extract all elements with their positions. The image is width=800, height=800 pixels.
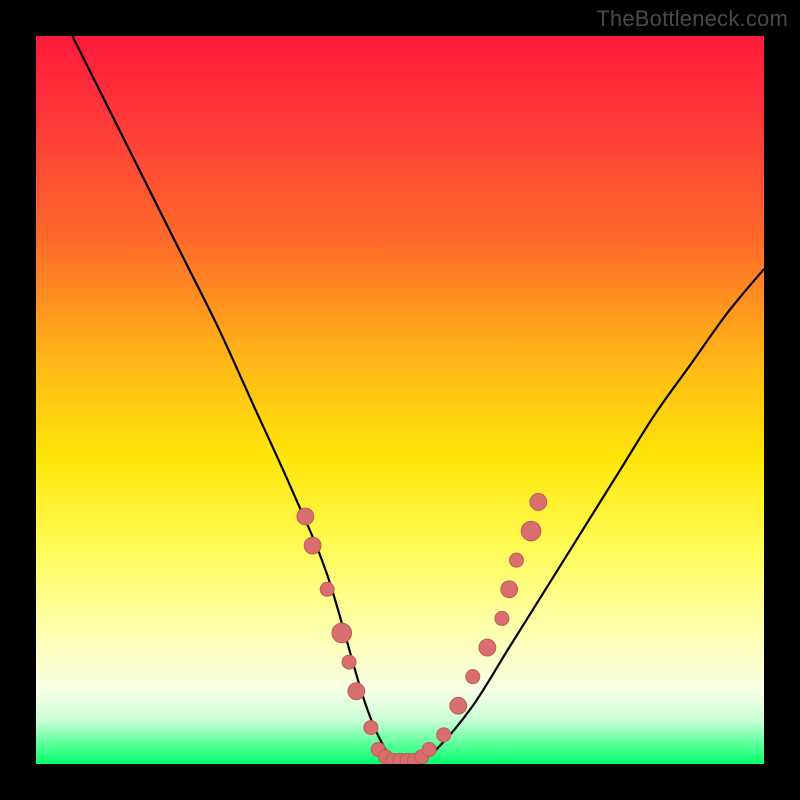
data-point — [422, 742, 436, 756]
data-point — [521, 521, 541, 541]
data-point — [501, 581, 518, 598]
data-point — [320, 582, 334, 596]
data-point — [348, 683, 365, 700]
data-point — [450, 697, 467, 714]
bottleneck-curve — [72, 36, 764, 764]
data-point — [364, 721, 378, 735]
chart-frame: TheBottleneck.com — [0, 0, 800, 800]
data-point — [304, 537, 321, 554]
data-point — [437, 728, 451, 742]
data-points — [297, 494, 547, 764]
data-point — [297, 508, 314, 525]
data-point — [495, 611, 509, 625]
data-point — [509, 553, 523, 567]
data-point — [466, 670, 480, 684]
data-point — [530, 494, 547, 511]
chart-overlay — [36, 36, 764, 764]
data-point — [332, 623, 352, 643]
plot-area — [36, 36, 764, 764]
attribution-text: TheBottleneck.com — [596, 6, 788, 32]
data-point — [342, 655, 356, 669]
data-point — [479, 639, 496, 656]
